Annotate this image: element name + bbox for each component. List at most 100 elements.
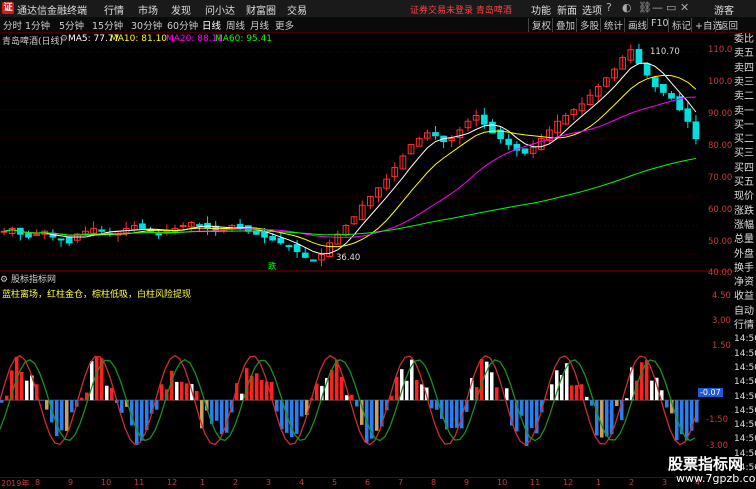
menu-xinmian[interactable]: 新面 bbox=[557, 2, 577, 17]
menu-caifuquan[interactable]: 财富圈 bbox=[246, 2, 276, 17]
indicator-bar bbox=[415, 380, 419, 400]
indicator-bar bbox=[95, 356, 99, 400]
side-panel-item[interactable]: 卖四 bbox=[734, 62, 756, 76]
menu-shichang[interactable]: 市场 bbox=[138, 2, 158, 17]
menu-xuanxiang[interactable]: 选项 bbox=[582, 2, 602, 17]
indicator-bar bbox=[495, 387, 499, 400]
date-tick-label: 8 bbox=[35, 478, 40, 487]
chart-grid bbox=[0, 52, 700, 255]
date-tick-label: 10 bbox=[497, 478, 507, 487]
side-panel-item[interactable]: 现价 bbox=[734, 190, 756, 204]
indicator-bar bbox=[175, 382, 179, 400]
btn-huaxian[interactable]: 画线 bbox=[624, 18, 647, 32]
btn-fanhui[interactable]: 返回 bbox=[715, 18, 738, 32]
side-panel-item[interactable]: 14:50 bbox=[734, 405, 756, 419]
indicator-bar bbox=[5, 396, 9, 401]
settings-icon[interactable]: ⚙ bbox=[60, 34, 68, 44]
menu-jiaoyi[interactable]: 交易 bbox=[287, 2, 307, 17]
menu-hangqing[interactable]: 行情 bbox=[104, 2, 124, 17]
kline-chart[interactable] bbox=[0, 44, 734, 477]
price-axis-label: 100.0 bbox=[708, 77, 732, 87]
indicator-bar bbox=[375, 400, 379, 431]
btn-biaoji[interactable]: 标记 bbox=[668, 18, 691, 32]
period-1min[interactable]: 1分钟 bbox=[25, 18, 50, 32]
link-icon[interactable]: ⛓ bbox=[638, 1, 652, 14]
restore-icon[interactable]: ▭ bbox=[666, 1, 676, 14]
side-panel-item[interactable]: 卖五 bbox=[734, 47, 756, 61]
login-warning[interactable]: 证券交易未登录 青岛啤酒 bbox=[410, 3, 512, 16]
btn-fuquan[interactable]: 复权 bbox=[528, 18, 551, 32]
date-tick-label: 4 bbox=[299, 478, 304, 487]
indicator-bar bbox=[65, 400, 69, 431]
btn-f10[interactable]: F10 bbox=[647, 18, 669, 29]
app-logo-icon: 证 bbox=[2, 2, 14, 14]
side-panel-item[interactable]: 买四 bbox=[734, 162, 756, 176]
side-panel-item[interactable]: 14:50 bbox=[734, 348, 756, 362]
period-more[interactable]: 更多 bbox=[275, 18, 294, 32]
candle-body bbox=[140, 224, 146, 228]
side-panel-item[interactable]: 14:50 bbox=[734, 333, 756, 347]
side-panel-item[interactable]: 净资 bbox=[734, 276, 756, 290]
side-panel-item[interactable]: 自动 bbox=[734, 305, 756, 319]
side-panel-item[interactable]: 涨幅 bbox=[734, 219, 756, 233]
side-panel-item[interactable]: 行情 bbox=[734, 319, 756, 333]
period-30min[interactable]: 30分钟 bbox=[131, 18, 162, 32]
side-panel-item[interactable]: 委比 bbox=[734, 33, 756, 47]
btn-diejia[interactable]: 叠加 bbox=[552, 18, 575, 32]
side-panel-item[interactable]: 买二 bbox=[734, 133, 756, 147]
period-fenshi[interactable]: 分时 bbox=[3, 18, 22, 32]
app-title: 通达信金融终端 bbox=[17, 2, 87, 17]
side-panel-item[interactable]: 买三 bbox=[734, 147, 756, 161]
side-panel-item[interactable]: 14:50 bbox=[734, 376, 756, 390]
candle-body bbox=[522, 149, 528, 153]
btn-duogu[interactable]: 多股 bbox=[576, 18, 599, 32]
indicator-bar bbox=[340, 377, 344, 400]
candle-body bbox=[693, 122, 699, 139]
indicator-bar bbox=[90, 361, 94, 400]
indicator-axis-label: 4.50 bbox=[712, 291, 731, 301]
side-panel-item[interactable]: 换手 bbox=[734, 262, 756, 276]
menu-gongneng[interactable]: 功能 bbox=[531, 2, 551, 17]
side-panel-item[interactable]: 卖二 bbox=[734, 90, 756, 104]
user-label[interactable]: 游客 bbox=[714, 2, 734, 17]
price-axis-label: 70.00 bbox=[708, 173, 732, 183]
period-day-active[interactable]: 日线 bbox=[202, 18, 221, 32]
candle-body bbox=[26, 234, 32, 237]
menu-faxian[interactable]: 发现 bbox=[171, 2, 191, 17]
period-5min[interactable]: 5分钟 bbox=[59, 18, 84, 32]
price-axis-label: 60.00 bbox=[708, 205, 732, 215]
indicator-bar bbox=[20, 372, 24, 400]
indicator-bar bbox=[625, 398, 629, 400]
indicator-bar bbox=[350, 395, 354, 400]
period-15min[interactable]: 15分钟 bbox=[92, 18, 123, 32]
side-panel-item[interactable]: 买五 bbox=[734, 176, 756, 190]
minimize-icon[interactable]: — bbox=[652, 1, 663, 14]
candle-body bbox=[66, 237, 72, 243]
side-panel-item[interactable]: 14:50 bbox=[734, 419, 756, 433]
indicator-settings-icon[interactable]: ⚙ bbox=[0, 275, 11, 285]
indicator-bar bbox=[295, 400, 299, 434]
period-60min[interactable]: 60分钟 bbox=[167, 18, 198, 32]
side-panel-item[interactable]: 涨跌 bbox=[734, 205, 756, 219]
skin-icon[interactable]: ◐ bbox=[622, 1, 632, 14]
side-panel-item[interactable]: 14:50 bbox=[734, 433, 756, 447]
indicator-bar bbox=[255, 373, 259, 400]
side-panel-item[interactable]: 卖一 bbox=[734, 105, 756, 119]
side-panel-item[interactable]: 买一 bbox=[734, 119, 756, 133]
period-week[interactable]: 周线 bbox=[226, 18, 245, 32]
side-panel-item[interactable]: 14:50 bbox=[734, 362, 756, 376]
date-tick-label: 7 bbox=[398, 478, 403, 487]
btn-tongji[interactable]: 统计 bbox=[600, 18, 623, 32]
side-panel-item[interactable]: 14:50 bbox=[734, 391, 756, 405]
close-icon[interactable]: ✕ bbox=[680, 1, 689, 14]
side-panel-item[interactable]: 收益 bbox=[734, 290, 756, 304]
help-icon[interactable]: ? bbox=[606, 1, 612, 14]
side-panel-item[interactable]: 外盘 bbox=[734, 248, 756, 262]
indicator-axis-label: 1.50 bbox=[712, 341, 731, 351]
indicator-bar bbox=[420, 384, 424, 400]
side-panel-item[interactable]: 总量 bbox=[734, 233, 756, 247]
indicator-bar bbox=[490, 372, 494, 400]
menu-wenxiaoda[interactable]: 问小达 bbox=[205, 2, 235, 17]
period-month[interactable]: 月线 bbox=[250, 18, 269, 32]
side-panel-item[interactable]: 卖三 bbox=[734, 76, 756, 90]
